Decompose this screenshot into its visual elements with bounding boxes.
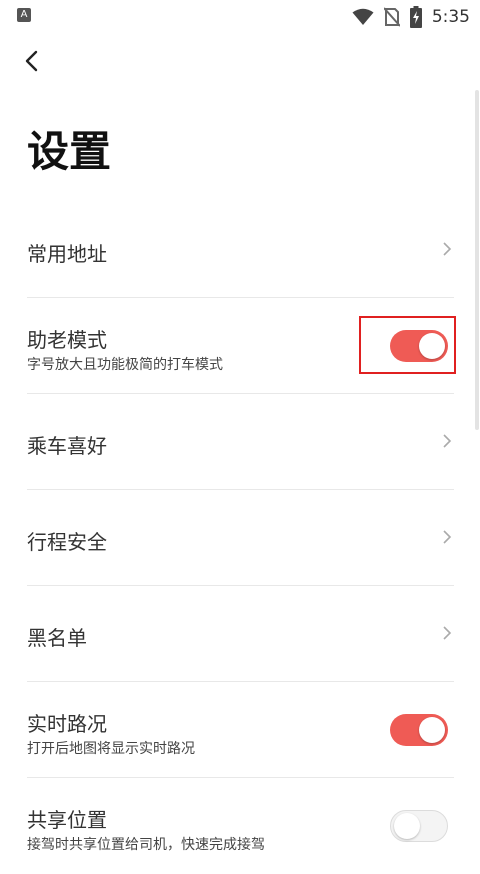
chevron-right-icon [443,530,452,544]
setting-label: 行程安全 [27,530,107,554]
setting-subtitle: 接驾时共享位置给司机，快速完成接驾 [27,837,265,853]
toggle-knob [394,813,420,839]
back-button[interactable] [16,46,46,76]
battery-charging-icon [409,6,422,28]
setting-label: 助老模式 [27,328,107,352]
status-bar: A 5:35 [0,0,480,34]
settings-list: 常用地址 助老模式 字号放大且功能极简的打车模式 乘车喜好 行程安全 黑名单 实… [27,202,454,874]
setting-subtitle: 打开后地图将显示实时路况 [27,741,195,757]
setting-row-share-location: 共享位置 接驾时共享位置给司机，快速完成接驾 [27,778,454,874]
setting-row-common-address[interactable]: 常用地址 [27,202,454,298]
share-location-toggle[interactable] [390,810,448,842]
chevron-right-icon [443,434,452,448]
setting-label: 黑名单 [27,626,87,650]
setting-row-blacklist[interactable]: 黑名单 [27,586,454,682]
setting-label: 共享位置 [27,808,107,832]
setting-label: 常用地址 [27,242,107,266]
wifi-icon [352,8,374,25]
setting-row-ride-preferences[interactable]: 乘车喜好 [27,394,454,490]
chevron-right-icon [443,626,452,640]
status-icons: 5:35 [352,4,470,30]
setting-subtitle: 字号放大且功能极简的打车模式 [27,357,223,373]
chevron-left-icon [25,50,38,72]
toggle-knob [419,717,445,743]
no-sim-icon [383,7,400,27]
chevron-right-icon [443,242,452,256]
setting-label: 实时路况 [27,712,107,736]
live-traffic-toggle[interactable] [390,714,448,746]
highlight-box [359,316,456,374]
page-title: 设置 [27,127,112,176]
setting-label: 乘车喜好 [27,434,107,458]
app-notification-icon: A [17,8,31,22]
setting-row-live-traffic: 实时路况 打开后地图将显示实时路况 [27,682,454,778]
status-time: 5:35 [431,7,470,27]
scrollbar[interactable] [475,90,479,430]
setting-row-trip-safety[interactable]: 行程安全 [27,490,454,586]
